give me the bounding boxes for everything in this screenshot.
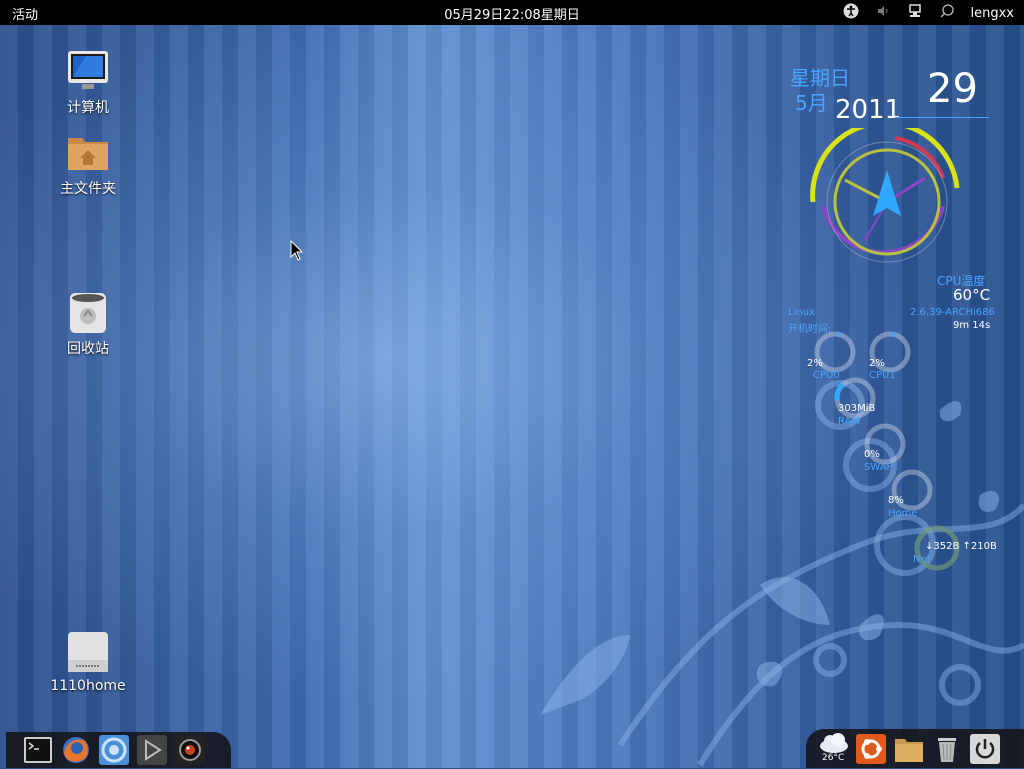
swap-label: SWAP (864, 462, 893, 473)
home-label: Home (888, 508, 918, 519)
conky-system-monitor: 星期日 5月 2011 29 CPU温度 60°C Linux 2.6.39-A… (785, 62, 997, 582)
user-menu[interactable]: lengxx (971, 6, 1015, 21)
net-label: Net (913, 554, 931, 565)
desktop-icon-trash[interactable]: 回收站 (43, 290, 133, 358)
home-percent: 8% (888, 495, 904, 506)
camera-icon[interactable] (175, 735, 205, 765)
mouse-cursor-icon (290, 239, 304, 266)
files-icon[interactable] (894, 734, 924, 764)
cpu1-percent: 2% (869, 358, 885, 369)
weather-temp: 26°C (822, 753, 845, 763)
desktop-icon-label: 计算机 (67, 100, 109, 116)
date-underline (895, 117, 989, 118)
desktop-icon-label: 回收站 (67, 341, 109, 357)
os-label: Linux (788, 307, 815, 318)
ubuntu-icon[interactable] (856, 734, 886, 764)
ram-value: 303MiB (838, 403, 876, 414)
swap-percent: 0% (864, 449, 880, 460)
system-tray: lengxx (843, 3, 1015, 24)
terminal-icon[interactable] (23, 735, 53, 765)
chromium-icon[interactable] (99, 735, 129, 765)
trash-icon[interactable] (932, 734, 962, 764)
year-text: 2011 (835, 95, 902, 125)
desktop-icon-drive[interactable]: 1110home (43, 630, 133, 694)
firefox-icon[interactable] (61, 735, 91, 765)
dock-right: 26°C (806, 729, 1024, 768)
power-icon[interactable] (970, 734, 1000, 764)
dock-left (6, 732, 231, 768)
cpu1-label: CPU1 (869, 370, 896, 381)
top-panel: 活动 05月29日22:08星期日 lengxx (0, 0, 1024, 25)
desktop[interactable]: 计算机 主文件夹 回收站 1110home 星期日 5月 2011 29 CPU… (0, 25, 1024, 768)
network-icon[interactable] (907, 3, 923, 24)
net-value: ↓352B ↑210B (925, 541, 997, 552)
drive-icon (66, 630, 110, 674)
day-text: 29 (927, 66, 978, 112)
computer-icon (66, 49, 110, 93)
home-folder-icon (66, 130, 110, 174)
analog-clock (810, 128, 960, 263)
cpu0-label: CPU0 (813, 370, 840, 381)
search-icon[interactable] (939, 3, 955, 24)
desktop-icon-computer[interactable]: 计算机 (43, 49, 133, 117)
cpu-temp-value: 60°C (953, 286, 991, 304)
trash-icon (66, 290, 110, 334)
volume-icon[interactable] (875, 3, 891, 24)
ram-label: RAM (838, 416, 861, 427)
month-text: 5月 (795, 91, 828, 115)
kernel-version: 2.6.39-ARCHi686 (910, 307, 995, 318)
desktop-icon-label: 1110home (50, 678, 126, 694)
cpu0-percent: 2% (807, 358, 823, 369)
desktop-icon-label: 主文件夹 (60, 181, 116, 197)
accessibility-icon[interactable] (843, 3, 859, 24)
desktop-icon-home[interactable]: 主文件夹 (43, 130, 133, 198)
weather-icon[interactable]: 26°C (818, 732, 850, 763)
media-player-icon[interactable] (137, 735, 167, 765)
